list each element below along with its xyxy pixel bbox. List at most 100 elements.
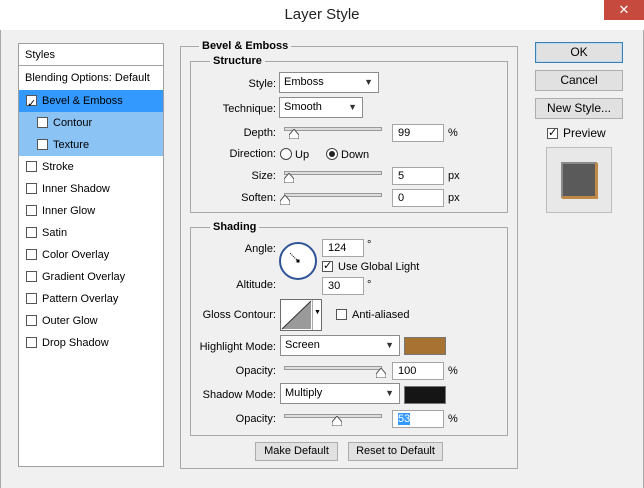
styles-list: Styles Blending Options: Default Bevel &… <box>18 43 164 467</box>
depth-unit: % <box>448 127 458 139</box>
make-default-button[interactable]: Make Default <box>255 442 338 461</box>
style-item-inner-glow[interactable]: Inner Glow <box>19 200 163 222</box>
size-slider-thumb[interactable] <box>284 173 294 183</box>
style-item-pattern-overlay[interactable]: Pattern Overlay <box>19 288 163 310</box>
ok-button[interactable]: OK <box>535 42 623 63</box>
shadow-opacity-label: Opacity: <box>235 413 276 425</box>
depth-input[interactable]: 99 <box>392 124 444 142</box>
technique-dropdown[interactable]: Smooth ▼ <box>279 97 363 118</box>
style-item-texture[interactable]: Texture <box>19 134 163 156</box>
highlight-mode-value: Screen <box>285 339 320 351</box>
style-item-color-overlay[interactable]: Color Overlay <box>19 244 163 266</box>
style-item-outer-glow[interactable]: Outer Glow <box>19 310 163 332</box>
preview-label: Preview <box>563 126 606 140</box>
highlight-opacity-thumb[interactable] <box>376 368 386 378</box>
radio-icon[interactable] <box>280 148 292 160</box>
window-border <box>0 30 1 488</box>
style-value: Emboss <box>284 76 324 88</box>
angle-input[interactable]: 124 <box>322 239 364 257</box>
style-item-label: Satin <box>42 227 68 239</box>
style-item-inner-shadow[interactable]: Inner Shadow <box>19 178 163 200</box>
style-item-bevel-emboss[interactable]: Bevel & Emboss <box>19 90 163 115</box>
style-item-gradient-overlay[interactable]: Gradient Overlay <box>19 266 163 288</box>
style-item-drop-shadow[interactable]: Drop Shadow <box>19 332 163 354</box>
satin-checkbox[interactable] <box>26 227 37 238</box>
depth-slider-thumb[interactable] <box>289 129 299 139</box>
pattern-overlay-checkbox[interactable] <box>26 293 37 304</box>
inner-glow-checkbox[interactable] <box>26 205 37 216</box>
angle-dial[interactable] <box>279 242 317 280</box>
styles-header[interactable]: Styles <box>19 44 163 66</box>
style-item-label: Inner Glow <box>42 205 96 217</box>
size-unit: px <box>448 170 460 182</box>
altitude-unit: ° <box>367 279 372 291</box>
bevel-emboss-checkbox[interactable] <box>26 93 37 115</box>
shadow-mode-value: Multiply <box>285 387 323 399</box>
highlight-opacity-label: Opacity: <box>235 365 276 377</box>
style-item-label: Bevel & Emboss <box>42 95 123 107</box>
size-input[interactable]: 5 <box>392 167 444 185</box>
structure-title: Structure <box>210 55 265 67</box>
blending-options-item[interactable]: Blending Options: Default <box>19 67 163 89</box>
use-global-light-checkbox[interactable]: Use Global Light <box>322 259 420 273</box>
shading-group: Shading <box>190 221 508 436</box>
chevron-down-icon: ▼ <box>314 309 321 316</box>
anti-aliased-checkbox[interactable]: Anti-aliased <box>336 309 409 321</box>
radio-selected-icon[interactable] <box>326 148 338 160</box>
bevel-emboss-title: Bevel & Emboss <box>199 40 292 52</box>
angle-unit: ° <box>367 239 372 251</box>
direction-up-radio[interactable]: Up <box>280 148 309 161</box>
angle-label: Angle: <box>244 243 276 255</box>
soften-input[interactable]: 0 <box>392 189 444 207</box>
style-dropdown[interactable]: Emboss ▼ <box>279 72 379 93</box>
color-overlay-checkbox[interactable] <box>26 249 37 260</box>
altitude-input[interactable]: 30 <box>322 277 364 295</box>
title-bar: Layer Style ✕ <box>0 0 644 30</box>
shading-title: Shading <box>210 221 260 233</box>
outer-glow-checkbox[interactable] <box>26 315 37 326</box>
direction-down-radio[interactable]: Down <box>326 148 369 161</box>
gradient-overlay-checkbox[interactable] <box>26 271 37 282</box>
checkbox-icon[interactable] <box>547 126 558 139</box>
chevron-down-icon: ▼ <box>348 102 357 112</box>
highlight-opacity-unit: % <box>448 365 458 377</box>
highlight-color-swatch[interactable] <box>404 337 446 355</box>
style-item-contour[interactable]: Contour <box>19 112 163 134</box>
use-global-light-label: Use Global Light <box>338 261 420 273</box>
shadow-mode-dropdown[interactable]: Multiply ▼ <box>280 383 400 404</box>
shadow-opacity-thumb[interactable] <box>332 416 342 426</box>
inner-shadow-checkbox[interactable] <box>26 183 37 194</box>
stroke-checkbox[interactable] <box>26 161 37 172</box>
preview-checkbox[interactable]: Preview <box>547 126 606 140</box>
contour-curve-icon <box>281 300 312 330</box>
gloss-contour-picker[interactable]: ▼ <box>280 299 322 331</box>
shadow-opacity-input[interactable]: 53 <box>392 410 444 428</box>
altitude-label: Altitude: <box>236 279 276 291</box>
shadow-color-swatch[interactable] <box>404 386 446 404</box>
new-style-button[interactable]: New Style... <box>535 98 623 119</box>
style-label: Style: <box>248 78 276 90</box>
texture-checkbox[interactable] <box>37 139 48 150</box>
soften-slider-thumb[interactable] <box>280 195 290 205</box>
soften-label: Soften: <box>241 192 276 204</box>
gloss-contour-label: Gloss Contour: <box>202 309 276 321</box>
reset-to-default-button[interactable]: Reset to Default <box>348 442 443 461</box>
close-button[interactable]: ✕ <box>604 0 644 20</box>
contour-checkbox[interactable] <box>37 117 48 128</box>
checkbox-icon[interactable] <box>322 259 333 272</box>
highlight-opacity-input[interactable]: 100 <box>392 362 444 380</box>
size-slider[interactable] <box>284 171 382 175</box>
gloss-contour-dropdown[interactable]: ▼ <box>312 300 321 330</box>
soften-slider[interactable] <box>284 193 382 197</box>
direction-label: Direction: <box>229 148 276 160</box>
direction-up-label: Up <box>295 149 310 161</box>
depth-label: Depth: <box>243 127 276 139</box>
style-item-stroke[interactable]: Stroke <box>19 156 163 178</box>
cancel-button[interactable]: Cancel <box>535 70 623 91</box>
highlight-mode-dropdown[interactable]: Screen ▼ <box>280 335 400 356</box>
drop-shadow-checkbox[interactable] <box>26 337 37 348</box>
style-item-label: Stroke <box>42 161 74 173</box>
style-item-satin[interactable]: Satin <box>19 222 163 244</box>
highlight-opacity-slider[interactable] <box>284 366 382 370</box>
checkbox-icon[interactable] <box>336 309 347 320</box>
